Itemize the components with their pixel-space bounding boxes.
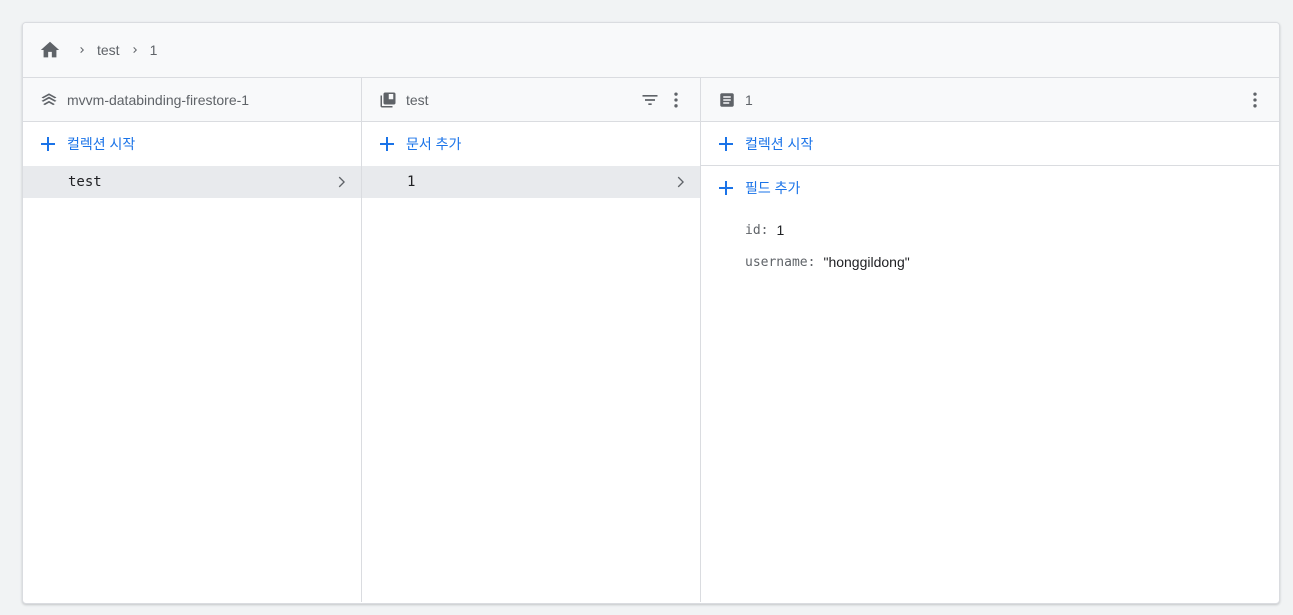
document-panel: 1 컬렉션 시작 필드 추가 id: 1 username: " honggi…	[701, 78, 1279, 602]
field-colon: :	[807, 254, 816, 270]
start-collection-button[interactable]: 컬렉션 시작	[23, 122, 361, 166]
start-subcollection-label: 컬렉션 시작	[745, 135, 814, 152]
document-panel-header: 1	[701, 78, 1279, 122]
start-subcollection-button[interactable]: 컬렉션 시작	[701, 122, 1279, 166]
collection-list-item[interactable]: test	[23, 166, 361, 198]
chevron-right-icon	[333, 174, 349, 190]
field-value: honggildong	[823, 254, 909, 270]
field-row[interactable]: username: honggildong	[745, 246, 1279, 278]
add-icon	[717, 179, 735, 197]
add-field-label: 필드 추가	[745, 180, 801, 196]
firestore-stack-icon	[39, 90, 59, 110]
document-item-label: 1	[407, 174, 416, 190]
firestore-data-viewer: test 1 mvvm-databinding-firestore-1 컬렉션 …	[22, 22, 1280, 604]
add-document-label: 문서 추가	[406, 136, 462, 152]
filter-icon[interactable]	[638, 88, 662, 112]
collection-item-label: test	[68, 174, 102, 190]
breadcrumb-item-collection[interactable]: test	[97, 42, 120, 58]
field-key: username	[745, 254, 808, 270]
add-field-button[interactable]: 필드 추가	[701, 166, 1279, 210]
add-icon	[717, 135, 735, 153]
breadcrumb: test 1	[23, 23, 1279, 78]
collection-panel: test 문서 추가 1	[362, 78, 701, 602]
collection-panel-header: test	[362, 78, 700, 122]
chevron-right-icon	[672, 174, 688, 190]
document-title: 1	[745, 91, 753, 108]
add-document-button[interactable]: 문서 추가	[362, 122, 700, 166]
field-key: id	[745, 222, 761, 238]
field-colon: :	[760, 222, 769, 238]
add-icon	[378, 135, 396, 153]
add-icon	[39, 135, 57, 153]
chevron-right-icon	[129, 44, 141, 56]
chevron-right-icon	[76, 44, 88, 56]
field-list: id: 1 username: honggildong	[701, 210, 1279, 278]
collection-title: test	[406, 91, 429, 108]
breadcrumb-item-document[interactable]: 1	[150, 42, 158, 58]
field-value: 1	[776, 222, 785, 238]
document-icon	[717, 90, 737, 110]
more-vert-icon[interactable]	[664, 88, 688, 112]
home-icon[interactable]	[39, 39, 61, 61]
project-title: mvvm-databinding-firestore-1	[67, 91, 250, 108]
root-panel-header: mvvm-databinding-firestore-1	[23, 78, 361, 122]
more-vert-icon[interactable]	[1243, 88, 1267, 112]
field-row[interactable]: id: 1	[745, 214, 1279, 246]
start-collection-label: 컬렉션 시작	[67, 136, 136, 152]
root-panel: mvvm-databinding-firestore-1 컬렉션 시작 test	[23, 78, 362, 602]
collection-icon	[378, 90, 398, 110]
document-list-item[interactable]: 1	[362, 166, 700, 198]
